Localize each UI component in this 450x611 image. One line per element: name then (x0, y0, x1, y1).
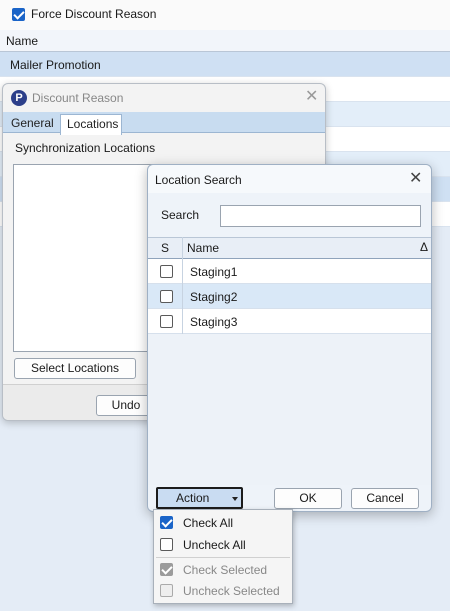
check-icon (160, 563, 173, 576)
menu-item-label: Check All (183, 516, 234, 530)
synchronization-locations-label: Synchronization Locations (15, 141, 156, 155)
location-search-dialog: Location Search ✕ Search S Name Δ Stagin… (147, 164, 432, 512)
caret-down-icon (232, 497, 238, 501)
results-grid: S Name Δ Staging1 Staging2 Staging3 (148, 237, 432, 485)
name-column-header[interactable]: Name (187, 241, 219, 255)
search-input[interactable] (220, 205, 421, 227)
tab-strip: General Locations (3, 112, 325, 135)
checkbox-icon (160, 584, 173, 597)
menu-item-check-selected[interactable]: Check Selected (154, 559, 292, 581)
p-logo-icon: P (11, 90, 27, 106)
row-name: Staging3 (190, 315, 238, 329)
table-row[interactable]: Mailer Promotion (0, 52, 450, 77)
tab-general[interactable]: General (5, 114, 60, 133)
grid-header[interactable]: Name (0, 30, 450, 52)
search-label: Search (161, 208, 200, 222)
column-divider[interactable] (182, 237, 183, 334)
ok-button[interactable]: OK (274, 488, 342, 509)
row-checkbox[interactable] (160, 290, 173, 303)
row-name: Staging1 (190, 265, 238, 279)
row-name: Staging2 (190, 290, 238, 304)
cancel-button[interactable]: Cancel (351, 488, 419, 509)
dialog-title: Discount Reason (32, 91, 124, 105)
column-divider (431, 237, 432, 334)
checkbox-icon (160, 538, 173, 551)
check-icon (160, 516, 173, 529)
title-bar: Location Search ✕ (148, 165, 431, 193)
table-row[interactable]: Staging1 (148, 259, 431, 284)
select-column-header[interactable]: S (161, 241, 169, 255)
action-label: Action (176, 491, 210, 505)
menu-item-label: Uncheck All (183, 538, 246, 552)
table-row[interactable]: Staging3 (148, 309, 431, 334)
table-row[interactable]: Staging2 (148, 284, 431, 309)
menu-separator (156, 557, 290, 558)
menu-item-uncheck-all[interactable]: Uncheck All (154, 534, 292, 556)
menu-item-label: Uncheck Selected (183, 584, 280, 598)
action-menu: Check All Uncheck All Check Selected Unc… (153, 509, 293, 604)
close-icon[interactable]: ✕ (305, 89, 318, 105)
force-discount-reason-label: Force Discount Reason (31, 7, 157, 21)
dialog-title: Location Search (155, 173, 242, 187)
row-checkbox[interactable] (160, 265, 173, 278)
row-checkbox[interactable] (160, 315, 173, 328)
tab-locations[interactable]: Locations (60, 114, 122, 135)
grid-header: S Name Δ (148, 237, 431, 259)
menu-item-check-all[interactable]: Check All (154, 512, 292, 534)
select-locations-button[interactable]: Select Locations (14, 358, 136, 379)
force-discount-area: Force Discount Reason (0, 0, 450, 30)
name-column-header: Name (6, 34, 39, 48)
close-icon[interactable]: ✕ (409, 171, 422, 187)
row-name: Mailer Promotion (10, 58, 101, 72)
sort-ascending-icon: Δ (420, 240, 429, 254)
action-dropdown-button[interactable]: Action (156, 487, 243, 509)
force-discount-reason-checkbox[interactable] (12, 8, 25, 21)
menu-item-uncheck-selected[interactable]: Uncheck Selected (154, 580, 292, 602)
menu-item-label: Check Selected (183, 563, 268, 577)
